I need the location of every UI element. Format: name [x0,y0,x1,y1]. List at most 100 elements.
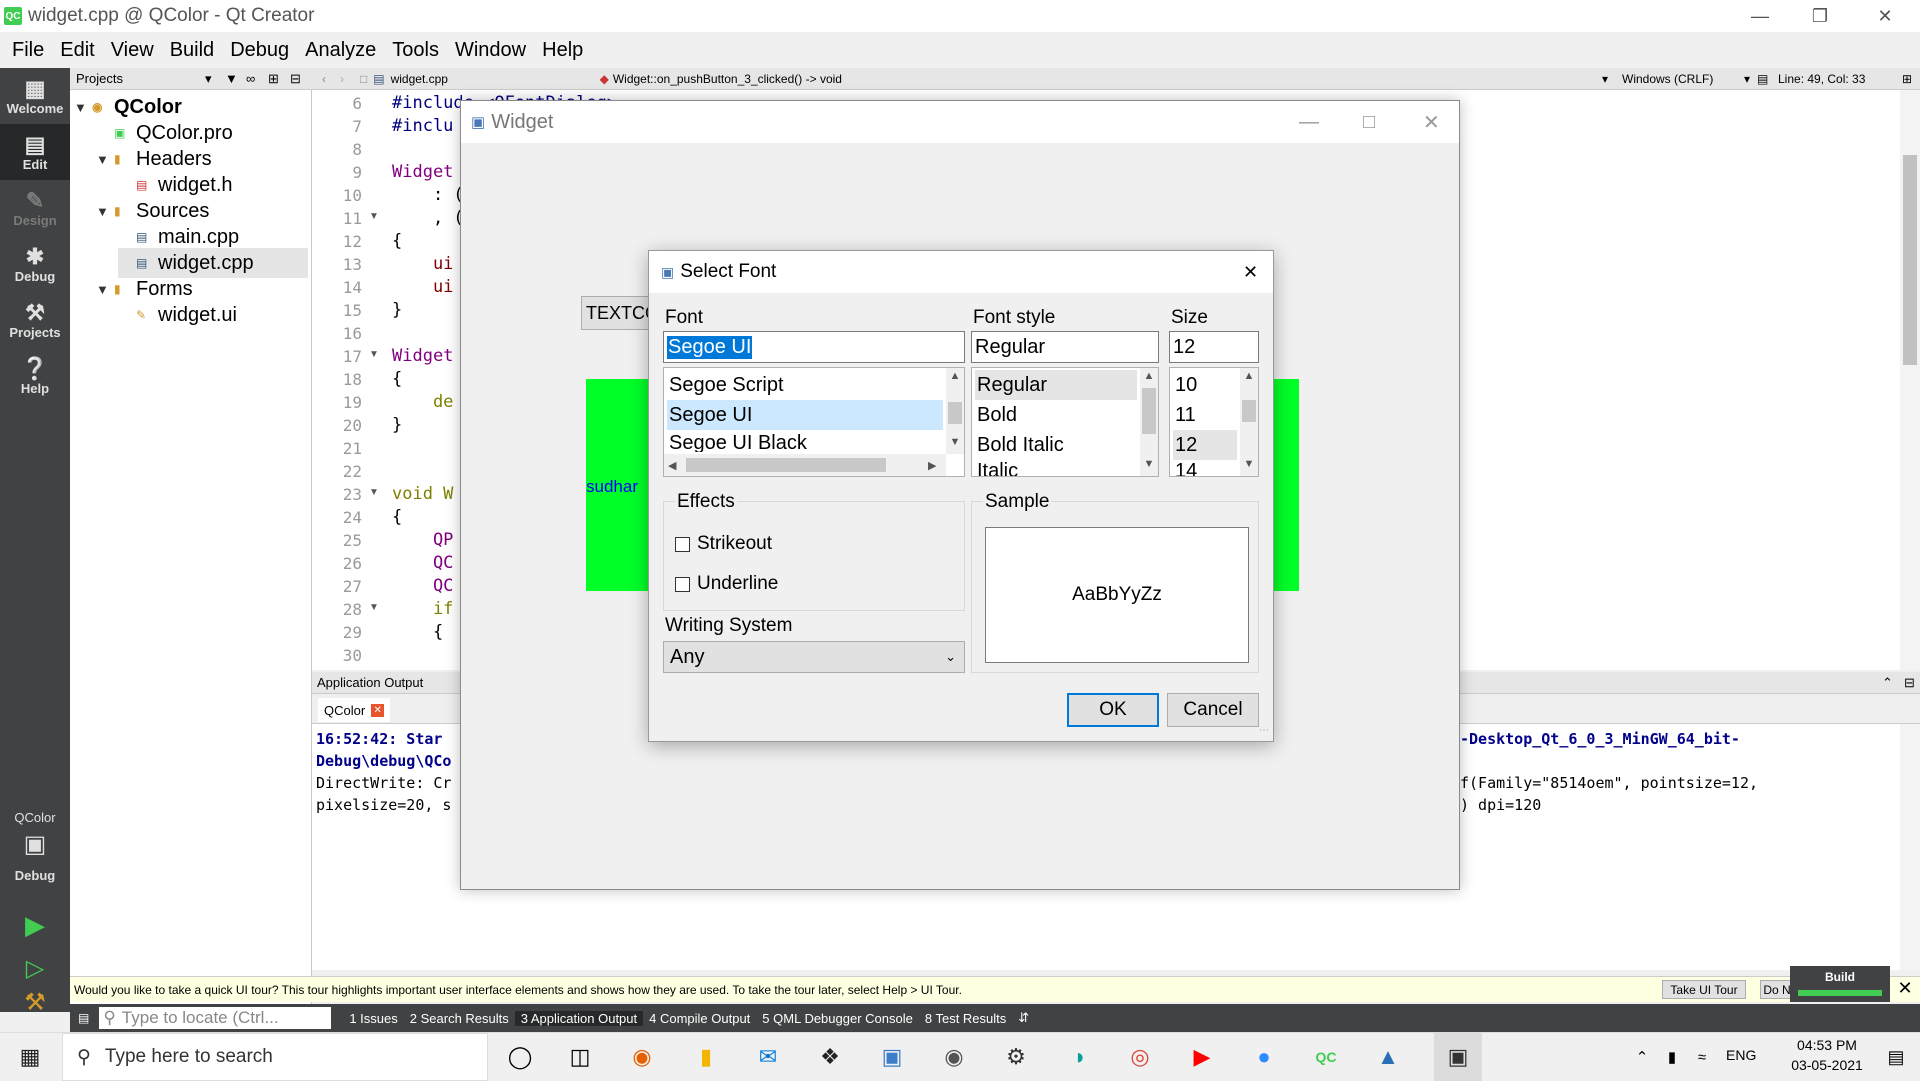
task-view-icon[interactable]: ◫ [564,1041,596,1073]
debug-run-icon[interactable]: ▷ [0,954,70,983]
encoding-select[interactable]: Windows (CRLF) [1622,72,1713,86]
scrollbar-thumb[interactable] [686,458,886,472]
zoom-icon[interactable]: ● [1248,1041,1280,1073]
menu-edit[interactable]: Edit [52,39,102,62]
chevron-up-icon[interactable]: ⌃ [1626,1041,1658,1073]
clock[interactable]: 04:53 PM 03-05-2021 [1772,1037,1882,1073]
size-list-scrollbar[interactable]: ▲ ▼ [1240,368,1258,476]
menu-file[interactable]: File [4,39,52,62]
checkbox-box[interactable] [675,536,690,552]
tab-qml-debugger-console[interactable]: 5 QML Debugger Console [756,1011,919,1026]
maximize-pane-icon[interactable]: ⌃ [1882,675,1893,691]
minimize-button[interactable]: — [1730,0,1790,32]
size-input[interactable]: 12 [1169,331,1259,363]
minimize-button[interactable]: — [1299,111,1319,134]
editor-scrollbar[interactable] [1900,90,1920,670]
menu-view[interactable]: View [103,39,162,62]
windows-start-icon[interactable]: ▦ [14,1041,46,1073]
computer-icon[interactable]: ▣ [876,1041,908,1073]
fold-arrow-icon[interactable]: ▼ [369,211,379,222]
list-item[interactable]: Segoe UI Black [667,430,943,452]
widget-app-icon[interactable]: ▣ [1434,1033,1482,1081]
chrome-icon[interactable]: ◎ [1124,1041,1156,1073]
split-icon[interactable]: ⊞ [268,71,279,87]
list-item[interactable]: Regular [975,370,1137,400]
back-arrow-icon[interactable]: ‹ [322,72,326,86]
tree-item-widget-ui[interactable]: ✎ widget.ui [118,300,237,330]
chevron-down-icon[interactable]: ▼ [74,100,92,115]
list-item[interactable]: 10 [1173,370,1237,400]
split-editor-icon[interactable]: ⊞ [1902,72,1912,86]
battery-icon[interactable]: ▮ [1656,1041,1688,1073]
taskbar-search[interactable]: ⚲ Type here to search [62,1033,488,1081]
scroll-down-icon[interactable]: ▼ [1144,458,1155,470]
underline-checkbox[interactable]: Underline [675,573,778,595]
restore-button[interactable]: ❐ [1790,0,1850,32]
tab-issues[interactable]: 1 Issues [343,1011,403,1026]
settings-gear-icon[interactable]: ⚙ [1000,1041,1032,1073]
language-indicator[interactable]: ENG [1726,1047,1756,1063]
menu-analyze[interactable]: Analyze [297,39,384,62]
mode-help[interactable]: ❔ Help [0,348,70,404]
kit-project-name[interactable]: QColor [0,810,70,825]
open-file-select[interactable]: widget.cpp [391,72,596,86]
list-item[interactable]: Bold [975,400,1137,430]
cancel-button[interactable]: Cancel [1167,693,1259,727]
list-item[interactable]: 11 [1173,400,1237,430]
fold-arrow-icon[interactable]: ▼ [369,487,379,498]
cursor-position[interactable]: Line: 49, Col: 33 [1778,72,1865,86]
list-item[interactable]: Bold Italic [975,430,1137,460]
scrollbar-thumb[interactable] [1242,400,1256,422]
font-list[interactable]: Segoe Script Segoe UI Segoe UI Black ▲ ▼… [663,367,965,477]
resize-grip-icon[interactable]: ⋯ [1259,725,1269,736]
scroll-down-icon[interactable]: ▼ [1244,458,1255,470]
scroll-left-icon[interactable]: ◀ [668,459,676,472]
firefox-icon[interactable]: ◉ [626,1041,658,1073]
style-list-scrollbar[interactable]: ▲ ▼ [1140,368,1158,476]
checkbox-box[interactable] [675,576,690,592]
close-icon[interactable]: ✕ [1890,978,1920,1000]
mail-icon[interactable]: ✉ [752,1041,784,1073]
monitor-icon[interactable]: ▣ [0,830,70,859]
mode-welcome[interactable]: ▦ Welcome [0,68,70,124]
tab-application-output[interactable]: 3 Application Output [514,1010,644,1026]
close-button[interactable]: ✕ [1243,262,1258,283]
scroll-up-icon[interactable]: ▲ [1144,370,1155,382]
list-item[interactable]: 12 [1173,430,1237,460]
close-pane-icon[interactable]: ⊟ [290,71,301,87]
dropbox-icon[interactable]: ❖ [814,1041,846,1073]
writing-system-select[interactable]: Any ⌄ [663,641,965,673]
font-style-input[interactable]: Regular [971,331,1159,363]
tab-compile-output[interactable]: 4 Compile Output [643,1011,756,1026]
wifi-icon[interactable]: ≈ [1686,1041,1718,1073]
close-button[interactable]: ✕ [1855,0,1915,32]
tab-test-results[interactable]: 8 Test Results [919,1011,1012,1026]
menu-build[interactable]: Build [162,39,222,62]
run-icon[interactable]: ▶ [0,910,70,941]
font-style-list[interactable]: Regular Bold Bold Italic Italic ▲ ▼ [971,367,1159,477]
toggle-sidebar-icon[interactable]: ▤ [78,1011,89,1025]
scroll-up-icon[interactable]: ▲ [950,370,961,382]
list-item[interactable]: 14 [1173,460,1237,476]
menu-tools[interactable]: Tools [384,39,447,62]
close-icon[interactable]: ✕ [371,703,385,717]
chevron-down-icon[interactable]: ▾ [1744,72,1750,86]
menu-help[interactable]: Help [534,39,591,62]
output-tab-qcolor[interactable]: QColor ✕ [318,698,391,722]
take-ui-tour-button[interactable]: Take UI Tour [1662,980,1746,999]
edge-icon[interactable]: ◑ [1062,1041,1094,1073]
scrollbar-thumb[interactable] [948,402,962,424]
editor-scrollbar-thumb[interactable] [1903,155,1917,365]
filter-icon[interactable]: ▼ [225,71,238,86]
menu-window[interactable]: Window [447,39,534,62]
output-scrollbar[interactable] [1900,724,1920,970]
file-explorer-icon[interactable]: ▮ [690,1041,722,1073]
notifications-icon[interactable]: ▤ [1880,1041,1912,1073]
mode-edit[interactable]: ▤ Edit [0,124,70,180]
locator-input[interactable]: ⚲ Type to locate (Ctrl... [99,1007,332,1029]
qt-creator-taskbar-icon[interactable]: QC [1310,1041,1342,1073]
chevron-down-icon[interactable]: ▾ [205,71,212,87]
build-hammer-icon[interactable]: ⚒ [0,988,70,1017]
camera-icon[interactable]: ◉ [938,1041,970,1073]
scroll-right-icon[interactable]: ▶ [928,459,936,472]
